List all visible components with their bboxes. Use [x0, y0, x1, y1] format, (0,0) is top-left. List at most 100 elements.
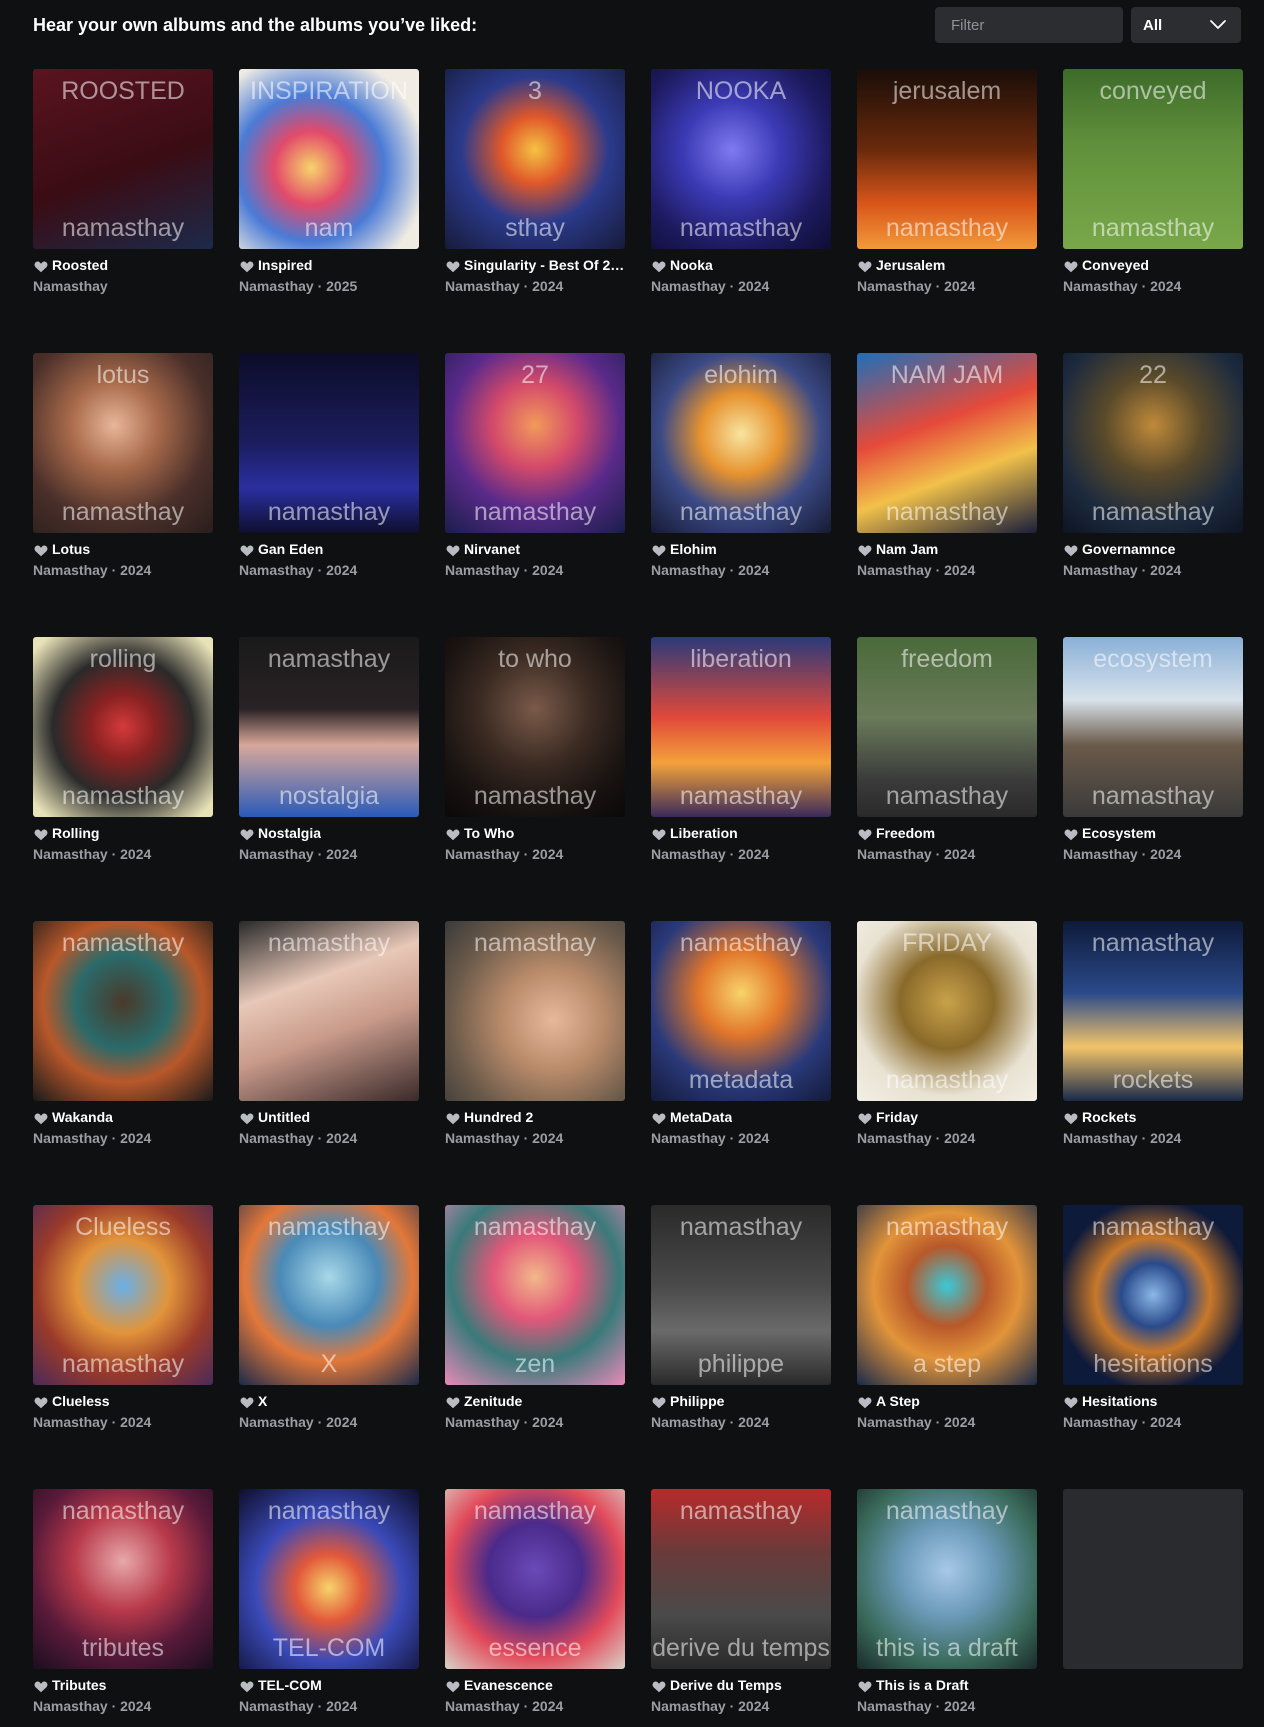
- album-title[interactable]: Roosted: [52, 257, 108, 273]
- album-title[interactable]: To Who: [464, 825, 514, 841]
- heart-icon[interactable]: [1064, 1112, 1078, 1125]
- album-title[interactable]: Rolling: [52, 825, 99, 841]
- heart-icon[interactable]: [652, 1112, 666, 1125]
- album-card[interactable]: 22 namasthay Governamnce Namasthay · 2024: [1063, 353, 1243, 593]
- album-cover[interactable]: lotus namasthay: [33, 353, 213, 533]
- heart-icon[interactable]: [34, 1680, 48, 1693]
- album-cover[interactable]: INSPIRATION nam: [239, 69, 419, 249]
- heart-icon[interactable]: [34, 1396, 48, 1409]
- filter-input[interactable]: [935, 7, 1123, 43]
- heart-icon[interactable]: [34, 260, 48, 273]
- heart-icon[interactable]: [240, 1112, 254, 1125]
- album-cover[interactable]: rolling namasthay: [33, 637, 213, 817]
- album-card[interactable]: namasthay Untitled Namasthay · 2024: [239, 921, 419, 1161]
- album-card[interactable]: namasthay tributes Tributes Namasthay · 202…: [33, 1489, 213, 1727]
- heart-icon[interactable]: [652, 544, 666, 557]
- heart-icon[interactable]: [1064, 1396, 1078, 1409]
- album-card[interactable]: NAM JAM namasthay Nam Jam Namasthay · 2024: [857, 353, 1037, 593]
- heart-icon[interactable]: [858, 1396, 872, 1409]
- album-title[interactable]: TEL-COM: [258, 1677, 322, 1693]
- album-cover[interactable]: 3 sthay: [445, 69, 625, 249]
- album-title[interactable]: Friday: [876, 1109, 918, 1125]
- album-title[interactable]: Ecosystem: [1082, 825, 1156, 841]
- album-title[interactable]: Gan Eden: [258, 541, 323, 557]
- albums-filter-select[interactable]: All: [1131, 7, 1241, 43]
- album-title[interactable]: Wakanda: [52, 1109, 113, 1125]
- heart-icon[interactable]: [34, 1112, 48, 1125]
- heart-icon[interactable]: [446, 828, 460, 841]
- album-cover[interactable]: namasthay: [445, 921, 625, 1101]
- heart-icon[interactable]: [1064, 544, 1078, 557]
- album-cover[interactable]: liberation namasthay: [651, 637, 831, 817]
- album-title[interactable]: Tributes: [52, 1677, 106, 1693]
- heart-icon[interactable]: [858, 1680, 872, 1693]
- album-cover[interactable]: 27 namasthay: [445, 353, 625, 533]
- album-title[interactable]: Hesitations: [1082, 1393, 1157, 1409]
- album-card[interactable]: ROOSTED namasthay Roosted Namasthay: [33, 69, 213, 309]
- album-title[interactable]: Jerusalem: [876, 257, 945, 273]
- album-card[interactable]: INSPIRATION nam Inspired Namasthay · 2025: [239, 69, 419, 309]
- heart-icon[interactable]: [652, 1396, 666, 1409]
- album-title[interactable]: Rockets: [1082, 1109, 1136, 1125]
- album-title[interactable]: Nirvanet: [464, 541, 520, 557]
- album-card[interactable]: namasthay rockets Rockets Namasthay · 2024: [1063, 921, 1243, 1161]
- album-cover[interactable]: namasthay hesitations: [1063, 1205, 1243, 1385]
- heart-icon[interactable]: [858, 828, 872, 841]
- album-card[interactable]: namasthay Hundred 2 Namasthay · 2024: [445, 921, 625, 1161]
- album-cover[interactable]: namasthay a step: [857, 1205, 1037, 1385]
- album-title[interactable]: Nooka: [670, 257, 713, 273]
- album-card[interactable]: namasthay nostalgia Nostalgia Namasthay · 2…: [239, 637, 419, 877]
- album-cover[interactable]: FRIDAY namasthay: [857, 921, 1037, 1101]
- album-title[interactable]: This is a Draft: [876, 1677, 969, 1693]
- album-cover[interactable]: namasthay derive du temps: [651, 1489, 831, 1669]
- album-card[interactable]: namasthay hesitations Hesitations Namasthay…: [1063, 1205, 1243, 1445]
- album-cover[interactable]: to who namasthay: [445, 637, 625, 817]
- album-cover[interactable]: jerusalem namasthay: [857, 69, 1037, 249]
- heart-icon[interactable]: [446, 1112, 460, 1125]
- heart-icon[interactable]: [652, 1680, 666, 1693]
- heart-icon[interactable]: [858, 1112, 872, 1125]
- album-cover[interactable]: namasthay: [239, 921, 419, 1101]
- album-title[interactable]: Conveyed: [1082, 257, 1149, 273]
- album-cover[interactable]: NOOKA namasthay: [651, 69, 831, 249]
- heart-icon[interactable]: [858, 260, 872, 273]
- album-title[interactable]: A Step: [876, 1393, 920, 1409]
- album-title[interactable]: X: [258, 1393, 267, 1409]
- album-title[interactable]: Singularity - Best Of 2024: [464, 257, 625, 273]
- album-title[interactable]: Nostalgia: [258, 825, 321, 841]
- album-cover[interactable]: namasthay zen: [445, 1205, 625, 1385]
- album-title[interactable]: Evanescence: [464, 1677, 553, 1693]
- heart-icon[interactable]: [240, 1396, 254, 1409]
- album-card[interactable]: namasthay this is a draft This is a Draft N…: [857, 1489, 1037, 1727]
- heart-icon[interactable]: [446, 1680, 460, 1693]
- album-card[interactable]: namasthay Wakanda Namasthay · 2024: [33, 921, 213, 1161]
- album-cover[interactable]: namasthay metadata: [651, 921, 831, 1101]
- album-card[interactable]: Clueless namasthay Clueless Namasthay · 202…: [33, 1205, 213, 1445]
- heart-icon[interactable]: [858, 544, 872, 557]
- album-title[interactable]: Governamnce: [1082, 541, 1175, 557]
- album-card[interactable]: namasthay essence Evanescence Namasthay · 2…: [445, 1489, 625, 1727]
- album-cover[interactable]: NAM JAM namasthay: [857, 353, 1037, 533]
- heart-icon[interactable]: [446, 260, 460, 273]
- heart-icon[interactable]: [652, 260, 666, 273]
- album-cover[interactable]: freedom namasthay: [857, 637, 1037, 817]
- heart-icon[interactable]: [34, 828, 48, 841]
- album-title[interactable]: Zenitude: [464, 1393, 522, 1409]
- album-card[interactable]: FRIDAY namasthay Friday Namasthay · 2024: [857, 921, 1037, 1161]
- heart-icon[interactable]: [240, 544, 254, 557]
- album-title[interactable]: Untitled: [258, 1109, 310, 1125]
- album-card[interactable]: conveyed namasthay Conveyed Namasthay · 202…: [1063, 69, 1243, 309]
- album-card[interactable]: lotus namasthay Lotus Namasthay · 2024: [33, 353, 213, 593]
- album-cover[interactable]: namasthay: [33, 921, 213, 1101]
- album-title[interactable]: Inspired: [258, 257, 312, 273]
- heart-icon[interactable]: [446, 1396, 460, 1409]
- album-card[interactable]: NOOKA namasthay Nooka Namasthay · 2024: [651, 69, 831, 309]
- album-card[interactable]: namasthay a step A Step Namasthay · 2024: [857, 1205, 1037, 1445]
- album-title[interactable]: Derive du Temps: [670, 1677, 782, 1693]
- album-card[interactable]: rolling namasthay Rolling Namasthay · 2024: [33, 637, 213, 877]
- album-title[interactable]: Nam Jam: [876, 541, 938, 557]
- heart-icon[interactable]: [1064, 260, 1078, 273]
- album-card[interactable]: to who namasthay To Who Namasthay · 2024: [445, 637, 625, 877]
- heart-icon[interactable]: [240, 260, 254, 273]
- album-cover[interactable]: namasthay this is a draft: [857, 1489, 1037, 1669]
